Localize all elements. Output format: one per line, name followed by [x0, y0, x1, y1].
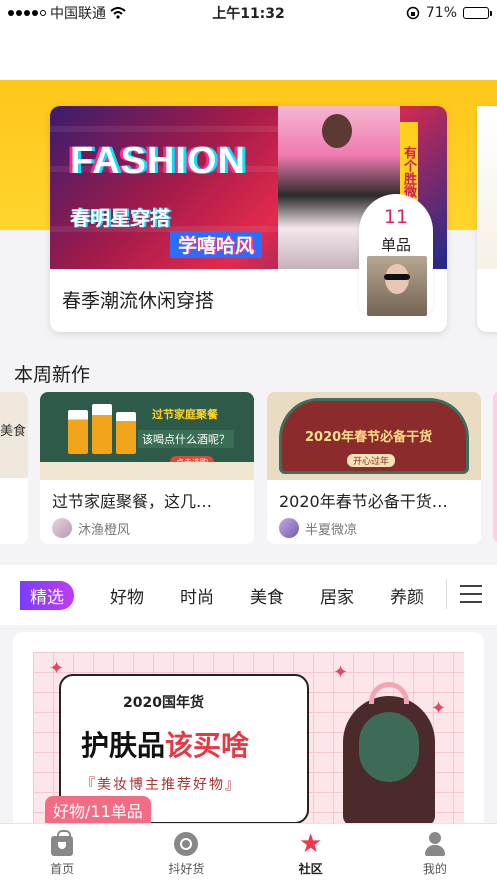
sparkle-icon: ✦	[333, 662, 349, 683]
status-bar: 中国联通 上午11:32 71%	[0, 0, 497, 26]
nav-douhaohuo[interactable]: 抖好货	[124, 824, 248, 883]
mask-face-illustration	[333, 682, 443, 832]
nav-label: 首页	[50, 862, 75, 876]
image-text: 『美妆博主推荐好物』	[81, 777, 241, 793]
star-icon: ★	[298, 829, 323, 859]
rotation-lock-icon	[406, 6, 420, 20]
clock: 上午11:32	[212, 6, 285, 22]
user-icon	[423, 832, 447, 856]
beer-icon	[68, 410, 88, 454]
beer-icon	[92, 404, 112, 454]
nav-me[interactable]: 我的	[373, 824, 497, 883]
headline-highlight: 该买啥	[165, 729, 250, 762]
next-featured-card[interactable]	[477, 106, 497, 332]
sparkle-icon: ✦	[49, 658, 65, 679]
poster-title: FASHION	[70, 140, 246, 182]
featured-card[interactable]: FASHION 春明星穿搭 学嘻哈风 有个胜微 春季潮流休闲穿搭 11 单品	[50, 106, 447, 332]
poster-line1: 春明星穿搭	[70, 206, 170, 230]
nav-label: 抖好货	[168, 862, 205, 876]
shopping-bag-icon	[51, 830, 74, 856]
nav-community[interactable]: ★ 社区	[249, 824, 373, 883]
wifi-icon	[110, 7, 126, 19]
prev-new-card[interactable]: 美食	[0, 392, 28, 544]
nav-label: 社区	[298, 862, 323, 876]
headline-part: 护肤品	[81, 729, 166, 762]
tab-divider	[446, 579, 447, 609]
sparkle-icon: ✦	[431, 698, 447, 719]
image-text: 2020年春节必备干货	[305, 430, 433, 445]
image-headline: 护肤品该买啥	[81, 724, 249, 764]
disc-icon	[174, 832, 199, 856]
new-card-1-image: 过节家庭聚餐 该喝点什么酒呢？ 点击选购	[40, 392, 254, 480]
tab-goods[interactable]: 好物	[110, 583, 144, 608]
signal-icon	[8, 10, 46, 16]
tab-home[interactable]: 居家	[320, 583, 354, 608]
feed-tag: 好物/11单品	[45, 796, 151, 824]
new-card-title: 2020年春节必备干货…	[279, 492, 448, 511]
new-card-2-image: 2020年春节必备干货 开心过年	[267, 392, 481, 480]
avatar	[52, 518, 72, 538]
tab-beauty[interactable]: 养颜	[390, 583, 424, 608]
item-count-label: 单品	[380, 236, 411, 254]
menu-icon[interactable]	[460, 585, 482, 603]
tab-fashion[interactable]: 时尚	[180, 583, 214, 608]
beer-icon	[116, 412, 136, 454]
battery-percent: 71%	[425, 5, 457, 21]
item-thumbnail	[367, 256, 427, 316]
new-card-2[interactable]: 2020年春节必备干货 开心过年 2020年春节必备干货… 半夏微凉	[267, 392, 481, 544]
avatar	[279, 518, 299, 538]
item-count-badge[interactable]: 11 单品	[359, 194, 433, 316]
new-card-1[interactable]: 过节家庭聚餐 该喝点什么酒呢？ 点击选购 过节家庭聚餐，这几… 沐渔橙风	[40, 392, 254, 544]
carrier-label: 中国联通	[50, 6, 106, 22]
image-text: 2020国年货	[123, 695, 204, 711]
tab-food[interactable]: 美食	[250, 583, 284, 608]
featured-title: 春季潮流休闲穿搭	[62, 290, 215, 312]
image-text: 过节家庭聚餐	[152, 408, 218, 421]
image-text: 开心过年	[347, 454, 396, 467]
nav-label: 我的	[422, 862, 447, 876]
author-name: 沐渔橙风	[78, 522, 131, 538]
section-title-new: 本周新作	[14, 364, 91, 386]
bottom-nav: 首页 抖好货 ★ 社区 我的	[0, 823, 497, 883]
tab-selected[interactable]: 精选	[20, 580, 74, 610]
category-tabs: 精选 好物 时尚 美食 居家 养颜	[0, 565, 497, 625]
poster-line2: 学嘻哈风	[170, 231, 263, 258]
header-area	[0, 26, 497, 80]
battery-icon	[463, 7, 492, 19]
item-count: 11	[383, 206, 409, 228]
new-card-author: 半夏微凉	[279, 518, 357, 538]
prev-card-text: 美食	[0, 392, 28, 478]
author-name: 半夏微凉	[305, 522, 358, 538]
image-text: 该喝点什么酒呢？	[138, 430, 234, 448]
new-card-title: 过节家庭聚餐，这几…	[52, 492, 213, 511]
new-card-author: 沐渔橙风	[52, 518, 130, 538]
next-new-card[interactable]	[493, 392, 497, 542]
nav-home[interactable]: 首页	[0, 824, 124, 883]
